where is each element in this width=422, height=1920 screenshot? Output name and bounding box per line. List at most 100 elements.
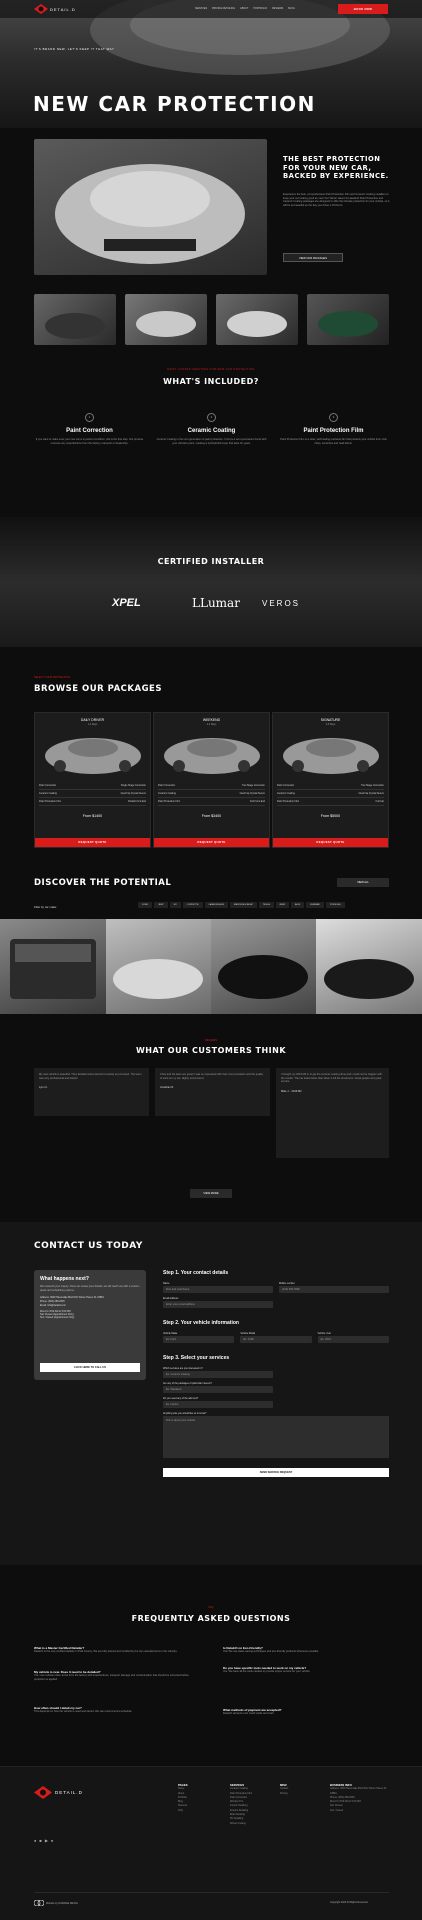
nav-link-about[interactable]: ABOUT xyxy=(240,7,248,10)
review-text: My new vehicle is beautiful. They detail… xyxy=(39,1073,142,1080)
filter-chip[interactable]: PORSCHE xyxy=(325,902,345,908)
review-card: My new vehicle is beautiful. They detail… xyxy=(34,1068,149,1116)
feature-value: Partial Front End xyxy=(128,800,146,803)
included-item-title: Paint Protection Film xyxy=(303,428,364,434)
filter-label: Filter by car make: xyxy=(34,905,58,909)
nav-link-services[interactable]: SERVICES xyxy=(195,7,207,10)
package-car-image xyxy=(164,738,260,774)
mobile-field[interactable]: (123) 456-7890 xyxy=(279,1286,389,1293)
info-phone: Phone: (863) 268-2545 xyxy=(40,1300,65,1304)
filter-chip[interactable]: JEEP xyxy=(154,902,168,908)
footer-link[interactable]: Contact xyxy=(280,1787,288,1791)
filter-chip[interactable]: RV xyxy=(169,902,181,908)
faq-item: Is Detail.D on Eco-Friendly? Yes! We use… xyxy=(223,1646,383,1654)
call-us-button[interactable]: CLICK HERE TO CALL US xyxy=(40,1363,140,1372)
filter-chip[interactable]: LAMBORGHINI xyxy=(204,902,228,908)
filter-chip[interactable]: FORD xyxy=(138,902,153,908)
filter-chip[interactable]: CORVETTE xyxy=(182,902,203,908)
portfolio-image[interactable] xyxy=(211,919,316,1014)
filter-chip[interactable]: FERRARI xyxy=(306,902,324,908)
feature-label: Paint Protection Film xyxy=(277,800,300,803)
package-name: DAILY DRIVER xyxy=(80,718,105,722)
portfolio-gallery xyxy=(0,919,422,1014)
model-field[interactable]: Ex. F150 xyxy=(240,1336,312,1343)
feature-label: Paint Correction xyxy=(39,784,57,787)
services-question: Which services are you interested in? xyxy=(163,1367,203,1370)
packages-select[interactable]: Ex. Weekend xyxy=(163,1386,273,1393)
footer-col-misc: MISC Contact Privacy xyxy=(280,1783,288,1796)
package-name: SIGNATURE xyxy=(320,718,341,722)
feature-value: Gtechniq Crystal Serum xyxy=(239,792,265,795)
filter-chip[interactable]: TESLA xyxy=(258,902,274,908)
youtube-icon[interactable]: ▶ xyxy=(45,1838,48,1843)
feature-value: Full Front End xyxy=(249,800,265,803)
book-now-button[interactable]: BOOK NOW xyxy=(338,4,388,14)
portfolio-image[interactable] xyxy=(106,919,211,1014)
nav-link-reviews[interactable]: REVIEWS xyxy=(272,7,283,10)
package-card: SIGNATURE 3-5 Days Paint Correction Two S… xyxy=(272,712,389,848)
footer-link[interactable]: Privacy xyxy=(280,1792,288,1796)
review-author: Jonathan R. xyxy=(160,1086,174,1090)
credit[interactable]: Website by DIVERGE DETAIL xyxy=(34,1900,78,1906)
footer-link[interactable]: FAQ xyxy=(178,1809,188,1813)
diverge-logo-icon xyxy=(34,1900,44,1906)
submit-button[interactable]: SEND SERVICE REQUEST xyxy=(163,1468,389,1477)
gallery-thumb-3[interactable] xyxy=(216,294,298,345)
copyright: Copyright 2023 All Rights Reserved xyxy=(330,1901,368,1904)
review-author: Lynn C. xyxy=(39,1086,48,1090)
package-car-image xyxy=(45,738,141,774)
services-select[interactable]: Ex. Ceramic Coating xyxy=(163,1371,273,1378)
feature-value: Two Stage Correction xyxy=(361,784,384,787)
filter-chip[interactable]: MERCEDES BENZ xyxy=(229,902,257,908)
packages-title: BROWSE OUR PACKAGES xyxy=(34,684,162,694)
footer-link[interactable]: Wheel Coating xyxy=(230,1822,252,1826)
view-all-button[interactable]: VIEW ALL xyxy=(337,878,389,887)
addons-select[interactable]: Ex. Interior xyxy=(163,1401,273,1408)
info-heading: What happens next? xyxy=(40,1276,89,1282)
gallery-thumb-2[interactable] xyxy=(125,294,207,345)
filter-chip[interactable]: AUDI xyxy=(291,902,305,908)
name-label: Name xyxy=(163,1282,170,1285)
instagram-icon[interactable]: ■ xyxy=(39,1838,41,1843)
footer-logo-text: DETAIL.D xyxy=(55,1790,83,1795)
request-quote-button[interactable]: REQUEST QUOTE xyxy=(154,838,269,847)
portfolio-image[interactable] xyxy=(0,919,106,1014)
portfolio-image[interactable] xyxy=(316,919,422,1014)
logo-text: DETAIL.D xyxy=(50,6,76,12)
faq-answer: Detail.D is the only certified detailer … xyxy=(34,1650,178,1653)
email-field[interactable]: Enter your email address xyxy=(163,1301,273,1308)
feature-label: Ceramic Coating xyxy=(277,792,295,795)
info-hours: Sun: Closed (Appointment Only) xyxy=(40,1316,75,1320)
addons-question: Do you need any of the add ons? xyxy=(163,1397,199,1400)
nav-link-pricing[interactable]: PRICING DETAILING xyxy=(212,7,235,10)
gallery-thumb-4[interactable] xyxy=(307,294,389,345)
view-more-button[interactable]: VIEW MORE xyxy=(190,1189,232,1198)
included-item-text: Ceramic Coating is the next generation o… xyxy=(156,438,267,445)
make-field[interactable]: Ex. Ford xyxy=(163,1336,235,1343)
included-item-text: Paint Protection Film is a clear, self-h… xyxy=(280,438,387,445)
filter-chip[interactable]: BMW xyxy=(275,902,290,908)
notes-question: Anything else you would like us to know? xyxy=(163,1412,207,1415)
request-quote-button[interactable]: REQUEST QUOTE xyxy=(273,838,388,847)
faq-answer: Yes. We have all the tools needed to pro… xyxy=(223,1670,311,1673)
request-quote-button[interactable]: REQUEST QUOTE xyxy=(35,838,150,847)
included-item: 2 Ceramic Coating Ceramic Coating is the… xyxy=(156,413,267,445)
nav-link-blog[interactable]: BLOG xyxy=(288,7,295,10)
year-label: Vehicle Year xyxy=(317,1332,331,1335)
logo[interactable]: DETAIL.D xyxy=(34,4,76,14)
facebook-icon[interactable]: ● xyxy=(34,1838,36,1843)
packages-question: Are any of the packages of particular in… xyxy=(163,1382,212,1385)
faq-eyebrow: FAQ xyxy=(208,1606,214,1609)
notes-textarea[interactable]: Tell us about your vehicle xyxy=(163,1416,389,1458)
google-icon[interactable]: ● xyxy=(51,1838,53,1843)
nav-link-portfolio[interactable]: PORTFOLIO xyxy=(253,7,267,10)
email-label: Email Address xyxy=(163,1297,179,1300)
view-packages-button[interactable]: VIEW OUR PACKAGES xyxy=(283,253,343,262)
footer-text: Address: 3009 Havendale Blvd NW, Winter … xyxy=(330,1787,387,1795)
year-field[interactable]: Ex. 2021 xyxy=(317,1336,389,1343)
review-text: I brought my 2019 M2 in to get the ceram… xyxy=(281,1073,382,1084)
make-label: Vehicle Make xyxy=(163,1332,178,1335)
footer-logo[interactable]: DETAIL.D xyxy=(34,1786,83,1799)
name-field[interactable]: First and Last Name xyxy=(163,1286,273,1293)
gallery-thumb-1[interactable] xyxy=(34,294,116,345)
